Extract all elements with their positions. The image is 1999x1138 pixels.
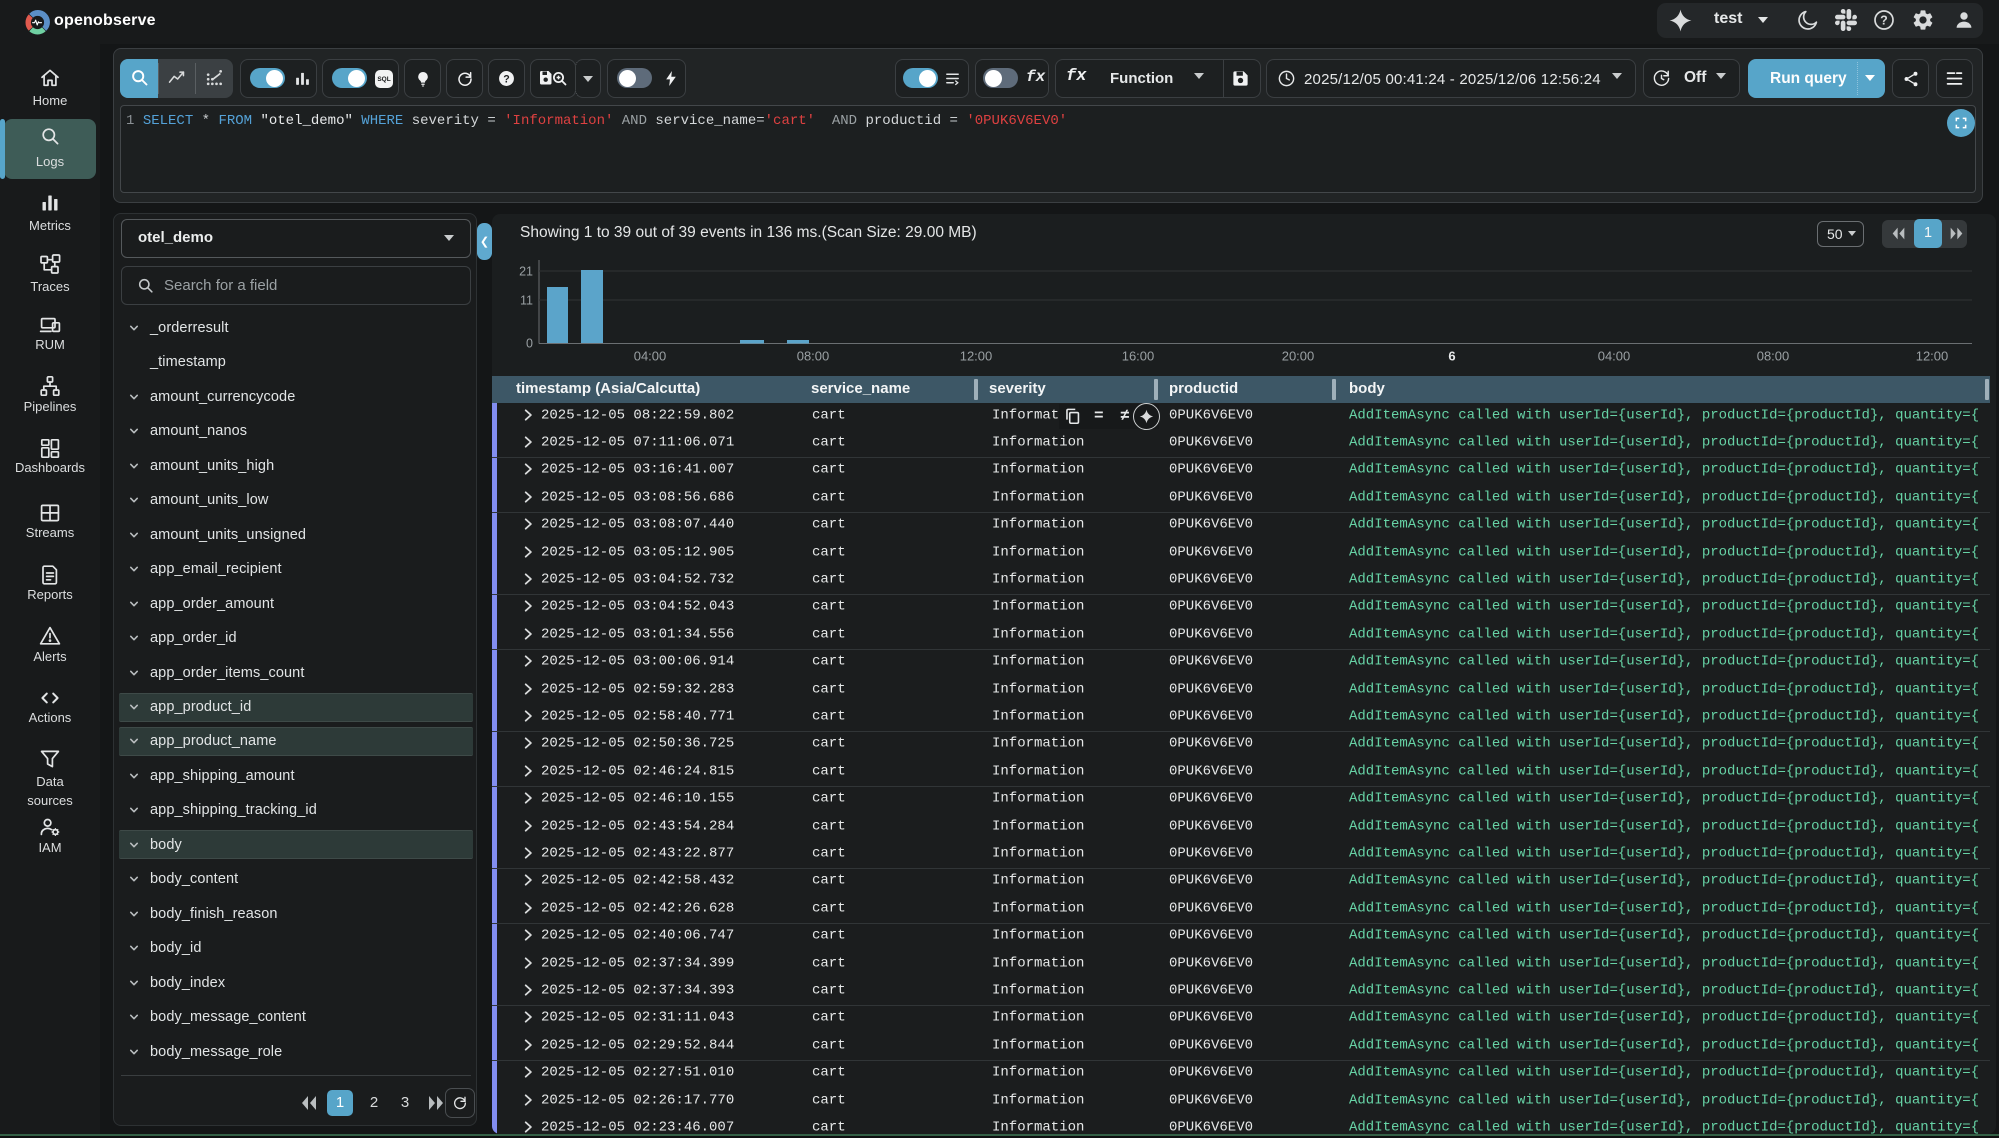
svg-text:?: ?: [1880, 13, 1888, 27]
svg-text:11: 11: [520, 294, 533, 308]
svg-text:?: ?: [503, 73, 510, 85]
svg-text:6: 6: [1448, 349, 1455, 364]
svg-text:12:00: 12:00: [960, 349, 993, 364]
svg-text:0: 0: [526, 337, 533, 351]
svg-text:20:00: 20:00: [1282, 349, 1315, 364]
svg-text:16:00: 16:00: [1122, 349, 1155, 364]
svg-text:12:00: 12:00: [1916, 349, 1949, 364]
svg-text:08:00: 08:00: [1757, 349, 1790, 364]
svg-text:08:00: 08:00: [797, 349, 830, 364]
svg-text:04:00: 04:00: [634, 349, 667, 364]
svg-text:04:00: 04:00: [1598, 349, 1631, 364]
svg-text:21: 21: [519, 265, 533, 279]
